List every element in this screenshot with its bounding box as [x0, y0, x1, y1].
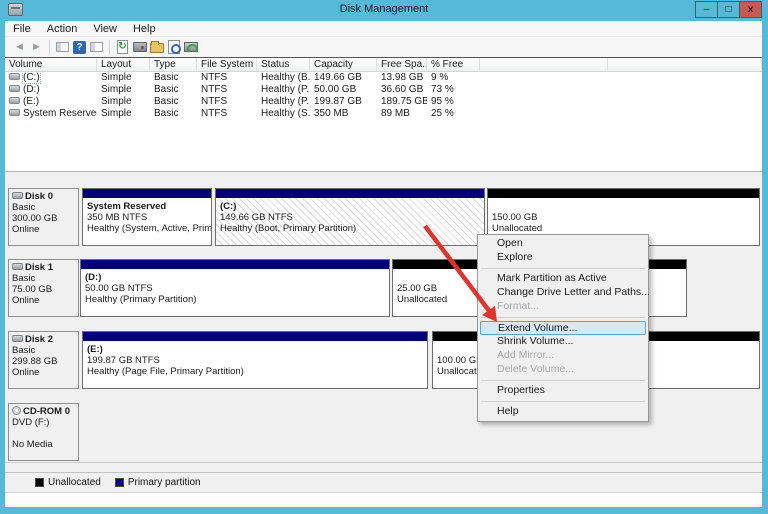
- help-button[interactable]: ?: [71, 39, 88, 55]
- menu-item-change-drive-letter[interactable]: Change Drive Letter and Paths...: [479, 286, 650, 300]
- rescan-disks-button[interactable]: [182, 39, 199, 55]
- disk-2-label[interactable]: Disk 2 Basic 299.88 GB Online: [8, 331, 79, 389]
- explore-folder-icon: [149, 41, 164, 53]
- view-button[interactable]: [165, 39, 182, 55]
- primary-partition-strip: [83, 332, 427, 341]
- volume-list-header: Volume Layout Type File System Status Ca…: [5, 58, 762, 72]
- close-button[interactable]: x: [739, 1, 762, 18]
- back-icon: ◄: [14, 41, 25, 53]
- partition-d[interactable]: (D:) 50.00 GB NTFS Healthy (Primary Part…: [80, 259, 390, 317]
- disk-icon: [12, 191, 23, 199]
- unallocated-color-swatch: [35, 478, 44, 487]
- column-header-filler: [608, 58, 762, 71]
- refresh-button[interactable]: ↻: [114, 39, 131, 55]
- disk-icon: [12, 334, 23, 342]
- action-pane-button[interactable]: [88, 39, 105, 55]
- partition-c-selected[interactable]: (C:) 149.66 GB NTFS Healthy (Boot, Prima…: [215, 188, 485, 246]
- minimize-button[interactable]: –: [695, 1, 718, 18]
- window-controls: – □ x: [695, 1, 762, 18]
- disk-icon: [12, 262, 23, 270]
- column-header-status[interactable]: Status: [257, 58, 310, 71]
- partition-context-menu: Open Explore Mark Partition as Active Ch…: [477, 234, 650, 422]
- explore-button[interactable]: [148, 39, 165, 55]
- table-row-d[interactable]: (D:) Simple Basic NTFS Healthy (P... 50.…: [5, 84, 762, 96]
- cdrom-0-label[interactable]: CD-ROM 0 DVD (F:) No Media: [8, 403, 79, 461]
- menu-item-add-mirror: Add Mirror...: [497, 349, 555, 361]
- menu-bar: File Action View Help: [5, 21, 762, 37]
- column-header-free-space[interactable]: Free Spa...: [377, 58, 427, 71]
- console-tree-button[interactable]: [54, 39, 71, 55]
- toolbar: ◄ ► ? ↻: [5, 37, 762, 57]
- column-header-layout[interactable]: Layout: [97, 58, 150, 71]
- column-header-file-system[interactable]: File System: [197, 58, 257, 71]
- menu-item-extend-volume[interactable]: Extend Volume...: [480, 321, 646, 335]
- menu-item-help[interactable]: Help: [479, 405, 647, 419]
- menu-item-mark-partition-active[interactable]: Mark Partition as Active: [479, 272, 647, 286]
- action-pane-icon: [90, 42, 103, 52]
- partition-e[interactable]: (E:) 199.87 GB NTFS Healthy (Page File, …: [82, 331, 428, 389]
- disk-1-label[interactable]: Disk 1 Basic 75.00 GB Online: [8, 259, 79, 317]
- divider: [5, 462, 762, 463]
- volume-icon: [9, 108, 20, 116]
- primary-partition-strip: [216, 189, 484, 198]
- toolbar-separator: [109, 40, 110, 54]
- volume-icon: [9, 96, 20, 104]
- menu-separator: [481, 380, 645, 381]
- table-row-e[interactable]: (E:) Simple Basic NTFS Healthy (P... 199…: [5, 96, 762, 108]
- legend-bar: Unallocated Primary partition: [5, 472, 762, 492]
- legend-primary-partition: Primary partition: [114, 477, 201, 488]
- volume-icon: [9, 84, 20, 92]
- menu-item-shrink-volume[interactable]: Shrink Volume...: [479, 335, 647, 349]
- menu-separator: [481, 317, 645, 318]
- menu-view[interactable]: View: [85, 22, 125, 36]
- volume-icon: [9, 72, 20, 80]
- menu-item-properties[interactable]: Properties: [479, 384, 647, 398]
- forward-icon: ►: [31, 41, 42, 53]
- menu-separator: [481, 401, 645, 402]
- disk-0-label[interactable]: Disk 0 Basic 300.00 GB Online: [8, 188, 79, 246]
- legend-unallocated: Unallocated: [35, 477, 101, 488]
- help-icon: ?: [73, 40, 86, 54]
- partition-system-reserved[interactable]: System Reserved 350 MB NTFS Healthy (Sys…: [82, 188, 212, 246]
- disk-properties-button[interactable]: [131, 39, 148, 55]
- table-row-system-reserved[interactable]: System Reserved Simple Basic NTFS Health…: [5, 108, 762, 120]
- forward-button[interactable]: ►: [28, 39, 45, 55]
- refresh-icon: ↻: [117, 40, 128, 54]
- menu-item-open[interactable]: Open: [479, 237, 647, 251]
- disk-management-window: Disk Management – □ x File Action View H…: [0, 0, 768, 514]
- column-header-empty: [480, 58, 608, 71]
- menu-item-format: Format...: [497, 300, 540, 312]
- column-header-pct-free[interactable]: % Free: [427, 58, 480, 71]
- menu-item-delete-volume: Delete Volume...: [497, 363, 575, 375]
- menu-action[interactable]: Action: [39, 22, 86, 36]
- primary-partition-strip: [81, 260, 389, 269]
- menu-separator: [481, 268, 645, 269]
- title-bar: Disk Management – □ x: [0, 0, 768, 21]
- rescan-disks-icon: [183, 42, 198, 54]
- menu-file[interactable]: File: [5, 22, 39, 36]
- menu-help[interactable]: Help: [125, 22, 164, 36]
- maximize-button[interactable]: □: [717, 1, 740, 18]
- column-header-type[interactable]: Type: [150, 58, 197, 71]
- status-bar: [5, 492, 762, 507]
- window-title: Disk Management: [339, 3, 429, 15]
- toolbar-separator: [49, 40, 50, 54]
- primary-partition-strip: [83, 189, 211, 198]
- unallocated-strip: [488, 189, 759, 198]
- primary-partition-color-swatch: [114, 478, 124, 487]
- column-header-capacity[interactable]: Capacity: [310, 58, 377, 71]
- back-button[interactable]: ◄: [11, 39, 28, 55]
- disk-properties-icon: [132, 42, 147, 52]
- cd-icon: [12, 405, 21, 415]
- column-header-volume[interactable]: Volume: [5, 58, 97, 71]
- menu-item-explore[interactable]: Explore: [479, 251, 647, 265]
- magnifier-icon: [167, 40, 181, 54]
- console-tree-icon: [56, 42, 69, 52]
- table-row-c[interactable]: (C:) Simple Basic NTFS Healthy (B... 149…: [5, 72, 762, 84]
- volume-list: Volume Layout Type File System Status Ca…: [5, 57, 762, 171]
